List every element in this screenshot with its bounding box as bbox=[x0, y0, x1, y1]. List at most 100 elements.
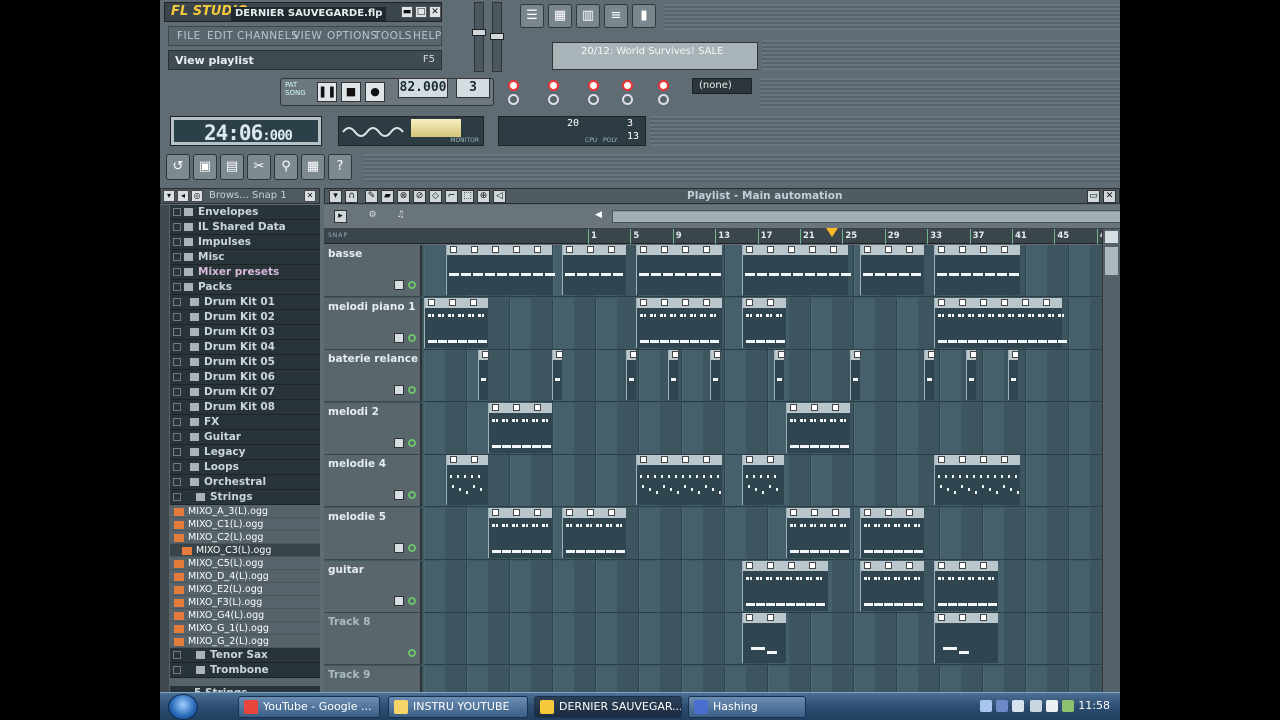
expand-icon[interactable] bbox=[173, 283, 181, 291]
undo-icon[interactable]: ↺ bbox=[166, 154, 190, 180]
collapse-icon[interactable]: ◂ bbox=[177, 190, 189, 202]
volume-icon[interactable] bbox=[1046, 700, 1058, 712]
track-header[interactable]: Track 8 bbox=[324, 613, 422, 666]
clip-menu-icon[interactable] bbox=[832, 403, 839, 411]
mute-toggle-icon[interactable] bbox=[408, 544, 416, 552]
clip-menu-icon[interactable] bbox=[938, 456, 945, 464]
scroll-left-icon[interactable]: ◀ bbox=[592, 210, 605, 223]
track-lane[interactable] bbox=[424, 350, 1102, 403]
clip-menu-icon[interactable] bbox=[959, 614, 966, 622]
track-header[interactable]: Track 9 bbox=[324, 665, 422, 692]
clip-menu-icon[interactable] bbox=[830, 246, 837, 253]
clip-menu-icon[interactable] bbox=[885, 509, 892, 516]
clip-menu-icon[interactable] bbox=[928, 351, 935, 359]
clip-menu-icon[interactable] bbox=[1001, 456, 1008, 464]
track-lane[interactable] bbox=[424, 245, 1102, 297]
clip-menu-icon[interactable] bbox=[970, 351, 977, 359]
record-toggle-icon[interactable] bbox=[508, 80, 519, 91]
clip-menu-icon[interactable] bbox=[661, 246, 668, 253]
monitor-icon[interactable] bbox=[1012, 700, 1024, 712]
clip-menu-icon[interactable] bbox=[513, 246, 520, 253]
pattern-number[interactable]: 3 bbox=[456, 78, 490, 98]
expand-icon[interactable] bbox=[173, 313, 181, 321]
clip-menu-icon[interactable] bbox=[938, 561, 945, 569]
clip-menu-icon[interactable] bbox=[854, 351, 861, 359]
scrollbar-thumb[interactable] bbox=[613, 212, 1120, 222]
expand-icon[interactable] bbox=[173, 373, 181, 381]
track-header[interactable]: guitar bbox=[324, 560, 422, 613]
browser-item[interactable]: MIXO_C3(L).ogg bbox=[170, 544, 320, 557]
track-lane[interactable] bbox=[424, 560, 1102, 613]
mute-toggle-icon[interactable] bbox=[408, 438, 416, 447]
clip-menu-icon[interactable] bbox=[534, 246, 541, 253]
clip-menu-icon[interactable] bbox=[906, 246, 913, 253]
track-header[interactable]: melodi piano 1 bbox=[324, 297, 422, 350]
pattern-clip[interactable] bbox=[924, 350, 935, 401]
expand-icon[interactable] bbox=[173, 388, 181, 396]
clip-menu-icon[interactable] bbox=[1012, 351, 1019, 359]
clip-menu-icon[interactable] bbox=[682, 456, 689, 464]
master-volume-slider[interactable] bbox=[472, 2, 486, 72]
pattern-picker-icon[interactable]: ▸ bbox=[334, 210, 347, 223]
clip-menu-icon[interactable] bbox=[959, 456, 966, 464]
browser-item[interactable]: Drum Kit 08 bbox=[170, 400, 320, 415]
playhead-marker[interactable] bbox=[825, 228, 838, 237]
maximize-button[interactable]: □ bbox=[415, 6, 427, 18]
horizontal-scrollbar[interactable] bbox=[612, 210, 1120, 223]
clip-menu-icon[interactable] bbox=[471, 456, 478, 464]
metronome-toggle-icon[interactable] bbox=[548, 80, 559, 91]
clip-menu-icon[interactable] bbox=[1043, 298, 1050, 306]
mute-toggle-icon[interactable] bbox=[408, 596, 416, 605]
clip-menu-icon[interactable] bbox=[661, 456, 668, 464]
clip-menu-icon[interactable] bbox=[566, 509, 573, 516]
clip-menu-icon[interactable] bbox=[906, 561, 913, 569]
clip-menu-icon[interactable] bbox=[809, 246, 816, 253]
track-header[interactable]: melodie 4 bbox=[324, 455, 422, 508]
clip-menu-icon[interactable] bbox=[640, 456, 647, 464]
pattern-clip[interactable] bbox=[934, 245, 1020, 295]
track-lane[interactable] bbox=[424, 665, 1102, 692]
automation-icon[interactable]: ⚙ bbox=[366, 210, 379, 223]
clip-header[interactable] bbox=[787, 402, 850, 413]
track-lane[interactable] bbox=[424, 613, 1102, 666]
clip-menu-icon[interactable] bbox=[938, 246, 945, 253]
expand-icon[interactable] bbox=[173, 268, 181, 276]
expand-icon[interactable] bbox=[173, 298, 181, 306]
browser-item[interactable]: MIXO_F3(L).ogg bbox=[170, 596, 320, 609]
browser-item[interactable]: Drum Kit 05 bbox=[170, 355, 320, 370]
clip-menu-icon[interactable] bbox=[661, 298, 668, 306]
expand-icon[interactable] bbox=[173, 253, 181, 261]
browser-item[interactable]: MIXO_G_1(L).ogg bbox=[170, 622, 320, 635]
clip-menu-icon[interactable] bbox=[746, 246, 753, 253]
clip-header[interactable] bbox=[425, 297, 488, 308]
clip-menu-icon[interactable] bbox=[811, 509, 818, 516]
clip-header[interactable] bbox=[743, 245, 848, 255]
lock-icon[interactable] bbox=[394, 280, 404, 290]
browser-item[interactable]: MIXO_C1(L).ogg bbox=[170, 518, 320, 531]
clip-menu-icon[interactable] bbox=[714, 351, 721, 359]
clip-menu-icon[interactable] bbox=[767, 298, 774, 306]
clip-menu-icon[interactable] bbox=[1001, 298, 1008, 306]
clip-header[interactable] bbox=[479, 350, 489, 361]
clip-header[interactable] bbox=[861, 508, 924, 518]
minimize-button[interactable]: ▬ bbox=[401, 6, 413, 18]
expand-icon[interactable] bbox=[173, 403, 181, 411]
tempo-display[interactable]: 82.000 bbox=[398, 78, 448, 98]
playback-tool-icon[interactable]: ◁ bbox=[493, 190, 506, 203]
clip-menu-icon[interactable] bbox=[492, 403, 499, 411]
slice-tool-icon[interactable]: ⌐ bbox=[445, 190, 458, 203]
clip-menu-icon[interactable] bbox=[980, 298, 987, 306]
browser-scrollbar[interactable] bbox=[160, 205, 169, 692]
clip-menu-icon[interactable] bbox=[587, 509, 594, 516]
vertical-scrollbar[interactable] bbox=[1102, 229, 1120, 692]
clip-header[interactable] bbox=[637, 297, 722, 308]
pattern-clip[interactable] bbox=[934, 613, 998, 664]
track-lane[interactable] bbox=[424, 297, 1102, 350]
expand-icon[interactable] bbox=[173, 651, 181, 659]
clip-menu-icon[interactable] bbox=[492, 509, 499, 516]
pattern-clip[interactable] bbox=[552, 350, 563, 401]
pattern-clip[interactable] bbox=[668, 350, 679, 401]
pattern-clip[interactable] bbox=[636, 455, 722, 506]
taskbar-button[interactable]: INSTRU YOUTUBE bbox=[388, 696, 528, 718]
pattern-clip[interactable] bbox=[774, 350, 785, 401]
